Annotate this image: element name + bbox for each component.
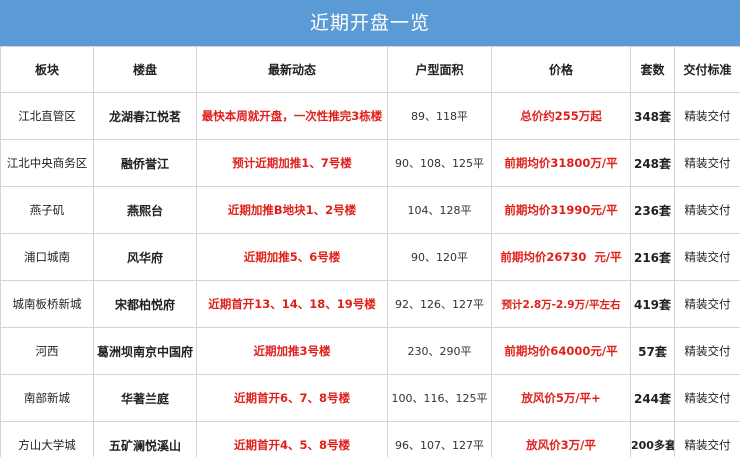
cell-delivery: 精装交付	[674, 139, 740, 187]
cell-units: 57套	[630, 327, 675, 375]
cell-area: 89、118平	[387, 92, 492, 140]
cell-estate: 五矿澜悦溪山	[93, 421, 197, 457]
cell-news: 近期加推5、6号楼	[196, 233, 388, 281]
cell-news: 近期加推B地块1、2号楼	[196, 186, 388, 234]
table-row: 浦口城南 风华府 近期加推5、6号楼 90、120平 前期均价26730 元/平…	[0, 233, 740, 281]
header-estate: 楼盘	[93, 46, 197, 93]
cell-area: 104、128平	[387, 186, 492, 234]
cell-price: 前期均价26730 元/平	[491, 233, 631, 281]
cell-area: 92、126、127平	[387, 280, 492, 328]
table-row: 江北中央商务区 融侨誉江 预计近期加推1、7号楼 90、108、125平 前期均…	[0, 139, 740, 187]
header-price: 价格	[491, 46, 631, 93]
cell-price: 预计2.8万-2.9万/平左右	[491, 280, 631, 328]
cell-region: 河西	[0, 327, 94, 375]
cell-delivery: 精装交付	[674, 421, 740, 457]
table-title: 近期开盘一览	[0, 0, 740, 46]
cell-news: 最快本周就开盘，一次性推完3栋楼	[196, 92, 388, 140]
cell-estate: 龙湖春江悦茗	[93, 92, 197, 140]
cell-units: 419套	[630, 280, 675, 328]
cell-delivery: 精装交付	[674, 374, 740, 422]
table-row: 南部新城 华著兰庭 近期首开6、7、8号楼 100、116、125平 放风价5万…	[0, 374, 740, 422]
cell-delivery: 精装交付	[674, 233, 740, 281]
cell-units: 236套	[630, 186, 675, 234]
cell-delivery: 精装交付	[674, 186, 740, 234]
header-row: 板块 楼盘 最新动态 户型面积 价格 套数 交付标准	[0, 46, 740, 93]
cell-estate: 风华府	[93, 233, 197, 281]
header-news: 最新动态	[196, 46, 388, 93]
table-row: 燕子矶 燕熙台 近期加推B地块1、2号楼 104、128平 前期均价31990元…	[0, 186, 740, 234]
cell-news: 近期首开13、14、18、19号楼	[196, 280, 388, 328]
cell-price: 放风价3万/平	[491, 421, 631, 457]
cell-news: 近期首开4、5、8号楼	[196, 421, 388, 457]
cell-region: 浦口城南	[0, 233, 94, 281]
cell-area: 96、107、127平	[387, 421, 492, 457]
cell-estate: 葛洲坝南京中国府	[93, 327, 197, 375]
cell-area: 230、290平	[387, 327, 492, 375]
cell-price: 前期均价64000元/平	[491, 327, 631, 375]
cell-units: 348套	[630, 92, 675, 140]
cell-units: 248套	[630, 139, 675, 187]
page: 近期开盘一览 板块 楼盘 最新动态 户型面积 价格 套数 交付标准 江北直管区 …	[0, 0, 740, 457]
cell-price: 总价约255万起	[491, 92, 631, 140]
table-row: 江北直管区 龙湖春江悦茗 最快本周就开盘，一次性推完3栋楼 89、118平 总价…	[0, 92, 740, 140]
header-area: 户型面积	[387, 46, 492, 93]
cell-delivery: 精装交付	[674, 280, 740, 328]
cell-area: 90、120平	[387, 233, 492, 281]
table-row: 河西 葛洲坝南京中国府 近期加推3号楼 230、290平 前期均价64000元/…	[0, 327, 740, 375]
cell-estate: 燕熙台	[93, 186, 197, 234]
listing-table: 板块 楼盘 最新动态 户型面积 价格 套数 交付标准 江北直管区 龙湖春江悦茗 …	[0, 46, 740, 457]
cell-news: 近期加推3号楼	[196, 327, 388, 375]
cell-news: 近期首开6、7、8号楼	[196, 374, 388, 422]
table-row: 方山大学城 五矿澜悦溪山 近期首开4、5、8号楼 96、107、127平 放风价…	[0, 421, 740, 457]
cell-units: 200多套	[630, 421, 675, 457]
cell-region: 江北直管区	[0, 92, 94, 140]
cell-price: 前期均价31800万/平	[491, 139, 631, 187]
cell-units: 244套	[630, 374, 675, 422]
cell-area: 100、116、125平	[387, 374, 492, 422]
header-delivery: 交付标准	[674, 46, 740, 93]
cell-estate: 华著兰庭	[93, 374, 197, 422]
cell-area: 90、108、125平	[387, 139, 492, 187]
cell-region: 城南板桥新城	[0, 280, 94, 328]
cell-region: 江北中央商务区	[0, 139, 94, 187]
cell-estate: 融侨誉江	[93, 139, 197, 187]
cell-delivery: 精装交付	[674, 92, 740, 140]
table-row: 城南板桥新城 宋都柏悦府 近期首开13、14、18、19号楼 92、126、12…	[0, 280, 740, 328]
cell-units: 216套	[630, 233, 675, 281]
cell-estate: 宋都柏悦府	[93, 280, 197, 328]
cell-delivery: 精装交付	[674, 327, 740, 375]
cell-news: 预计近期加推1、7号楼	[196, 139, 388, 187]
cell-price: 前期均价31990元/平	[491, 186, 631, 234]
cell-region: 方山大学城	[0, 421, 94, 457]
cell-region: 南部新城	[0, 374, 94, 422]
cell-price: 放风价5万/平+	[491, 374, 631, 422]
header-units: 套数	[630, 46, 675, 93]
cell-region: 燕子矶	[0, 186, 94, 234]
header-region: 板块	[0, 46, 94, 93]
